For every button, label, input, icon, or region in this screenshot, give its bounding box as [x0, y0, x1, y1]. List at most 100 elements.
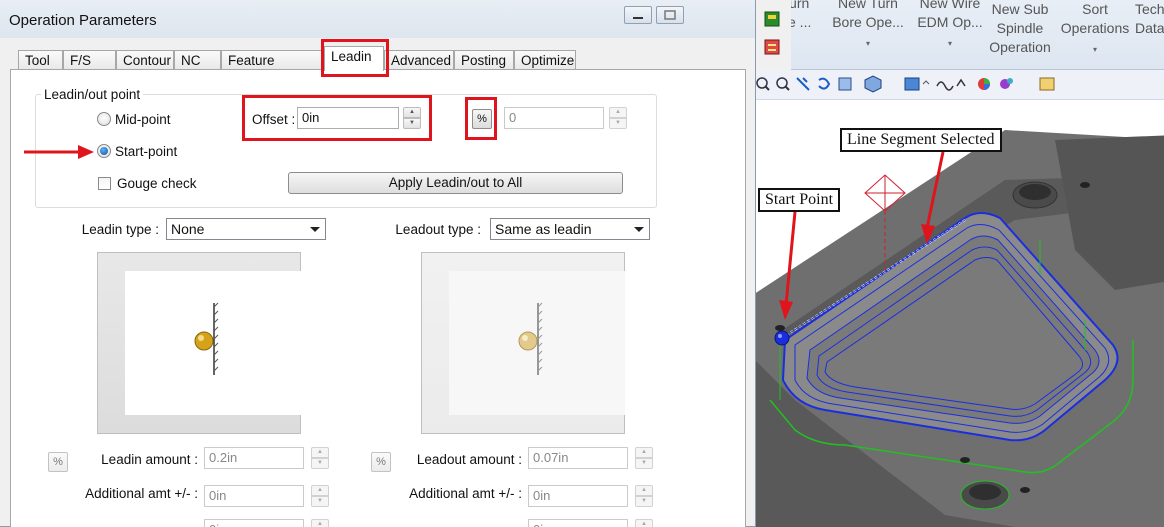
line-segment-callout: Line Segment Selected [840, 128, 1002, 152]
spin-up-icon[interactable]: ▲ [635, 519, 653, 527]
properties-icon[interactable] [1039, 77, 1055, 91]
ribbon-item-new-turn-bore[interactable]: New Turn Bore Ope... ▾ [827, 0, 909, 53]
view-toolbar [755, 70, 1164, 100]
leadout-type-select[interactable]: Same as leadin [490, 218, 650, 240]
leadin-amount-percent-toggle[interactable]: % [48, 452, 68, 472]
leadout-type-value: Same as leadin [495, 221, 592, 237]
tab-posting[interactable]: Posting [454, 50, 514, 70]
leadin-diagram [194, 302, 219, 375]
spin-up-icon[interactable]: ▲ [635, 447, 653, 458]
leadout-third-spinner[interactable]: ▲▼ [635, 519, 653, 527]
spin-up-icon[interactable]: ▲ [311, 485, 329, 496]
view-toolbar-icons [756, 75, 1055, 93]
mid-point-label[interactable]: Mid-point [115, 112, 171, 127]
tab-advanced[interactable]: Advanced [384, 50, 454, 70]
left-ribbon-icons [755, 0, 791, 70]
leadout-additional-spinner[interactable]: ▲ ▼ [635, 485, 653, 507]
leadout-amount-percent-toggle[interactable]: % [371, 452, 391, 472]
leadout-preview [421, 252, 625, 434]
fit-icon[interactable] [838, 77, 852, 91]
rotate-icon[interactable] [818, 77, 831, 90]
dialog-title: Operation Parameters [9, 12, 157, 29]
leadin-additional-input[interactable]: 0in [204, 485, 304, 507]
start-point-arrow-icon [24, 145, 94, 159]
color-icon[interactable] [978, 78, 990, 90]
list-icon[interactable] [764, 39, 780, 55]
start-point-highlight [778, 334, 782, 338]
leadin-point-group-title: Leadin/out point [41, 87, 144, 102]
leadin-type-label: Leadin type : [81, 222, 159, 237]
ribbon-item-new-sub-spindle[interactable]: New Sub Spindle Operation [981, 0, 1059, 57]
view-orient-icon[interactable] [904, 77, 930, 91]
leadin-type-select[interactable]: None [166, 218, 326, 240]
spin-down-icon[interactable]: ▼ [311, 496, 329, 507]
title-bar[interactable]: Operation Parameters [0, 0, 755, 38]
gouge-check-label[interactable]: Gouge check [117, 176, 197, 191]
zoom-window-icon[interactable] [776, 77, 790, 91]
leadout-additional-label: Additional amt +/- : [409, 486, 522, 501]
tab-fs[interactable]: F/S [63, 50, 116, 70]
start-point-marker[interactable] [774, 330, 790, 346]
ribbon-side-icons [764, 11, 780, 55]
tab-feature-options[interactable]: Feature Options [221, 50, 324, 87]
tab-tool[interactable]: Tool [18, 50, 63, 70]
hole-inner [1019, 184, 1051, 200]
spin-up-icon[interactable]: ▲ [635, 485, 653, 496]
leadout-diagram [518, 302, 543, 375]
spin-down-icon[interactable]: ▼ [635, 458, 653, 469]
spin-down-icon[interactable]: ▼ [311, 458, 329, 469]
spin-down-icon[interactable]: ▼ [635, 496, 653, 507]
graphics-viewport[interactable]: Line Segment Selected Start Point [755, 100, 1164, 527]
zoom-icon[interactable] [756, 77, 770, 91]
tool-ball-icon [194, 331, 214, 351]
tab-optimize[interactable]: Optimize [514, 50, 576, 70]
leadout-type-label: Leadout type : [395, 222, 481, 237]
leadin-third-input[interactable]: 0in [204, 519, 304, 527]
leadin-third-spinner[interactable]: ▲▼ [311, 519, 329, 527]
ribbon-item-tech-data[interactable]: Tech Data [1135, 0, 1164, 38]
leadin-amount-spinner[interactable]: ▲ ▼ [311, 447, 329, 469]
mid-point-radio[interactable] [97, 112, 111, 126]
leadin-amount-input[interactable]: 0.2in [204, 447, 304, 469]
leadin-additional-spinner[interactable]: ▲ ▼ [311, 485, 329, 507]
apply-leadin-all-button[interactable]: Apply Leadin/out to All [288, 172, 623, 194]
tab-nc[interactable]: NC [174, 50, 221, 70]
wire-icon[interactable] [956, 78, 966, 87]
spin-up-icon[interactable]: ▲ [311, 519, 329, 527]
minimize-icon [633, 17, 643, 19]
chevron-down-icon [634, 227, 644, 232]
leadout-preview-canvas [449, 271, 625, 415]
chevron-down-icon [310, 227, 320, 232]
leadout-third-input[interactable]: 0in [528, 519, 628, 527]
shading-icon[interactable] [936, 81, 954, 91]
spin-down-icon[interactable]: ▼ [609, 118, 627, 129]
minimize-button[interactable] [624, 6, 652, 24]
offset-percent-input[interactable]: 0 [504, 107, 604, 129]
leadout-additional-input[interactable]: 0in [528, 485, 628, 507]
pan-icon[interactable] [796, 77, 810, 91]
offset-percent-spinner[interactable]: ▲ ▼ [609, 107, 627, 129]
iso-view-icon[interactable] [864, 75, 882, 93]
leadin-amount-label: Leadin amount : [101, 452, 198, 467]
spin-up-icon[interactable]: ▲ [311, 447, 329, 458]
leadout-amount-input[interactable]: 0.07in [528, 447, 628, 469]
operation-parameters-dialog: Operation Parameters Tool F/S Contour NC… [0, 0, 756, 527]
maximize-button[interactable] [656, 6, 684, 24]
material-icon[interactable] [1000, 78, 1013, 89]
tab-leadin[interactable]: Leadin [324, 46, 384, 71]
gouge-check-checkbox[interactable] [98, 177, 111, 190]
tab-contour[interactable]: Contour [116, 50, 174, 70]
leadout-amount-spinner[interactable]: ▲ ▼ [635, 447, 653, 469]
leadin-preview-canvas [125, 271, 301, 415]
ribbon-item-new-wire-edm[interactable]: New Wire EDM Op... ▾ [909, 0, 991, 53]
hole-small [960, 457, 970, 463]
start-point-callout: Start Point [758, 188, 841, 212]
ribbon-item-sort-operations[interactable]: Sort Operations ▾ [1057, 0, 1133, 59]
start-point-label[interactable]: Start-point [115, 144, 177, 159]
part-view[interactable] [755, 100, 1164, 527]
offset-highlight [242, 95, 432, 141]
maximize-icon [664, 10, 676, 20]
spin-up-icon[interactable]: ▲ [609, 107, 627, 118]
hole-inner [969, 484, 1001, 500]
tool-ball-icon [518, 331, 538, 351]
